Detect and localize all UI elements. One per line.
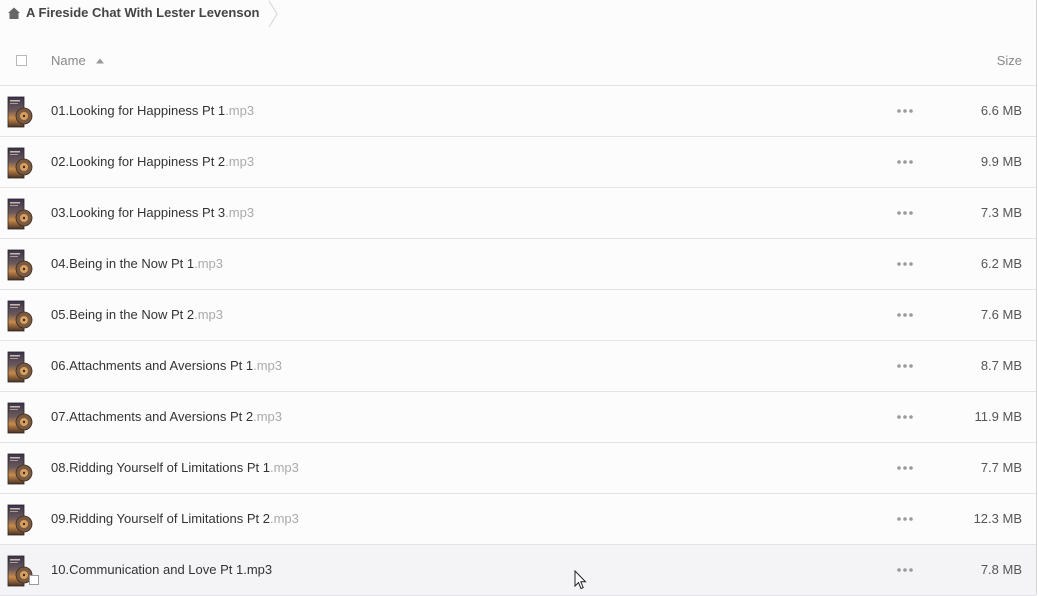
file-extension: .mp3 xyxy=(253,409,283,424)
file-name[interactable]: 05.Being in the Now Pt 2.mp3 xyxy=(51,307,223,322)
more-options-icon[interactable] xyxy=(896,108,914,114)
file-row[interactable]: 02.Looking for Happiness Pt 2.mp3 9.9 MB xyxy=(0,137,1036,188)
file-name[interactable]: 03.Looking for Happiness Pt 3.mp3 xyxy=(51,205,254,220)
more-options-icon[interactable] xyxy=(896,567,914,573)
more-options-icon[interactable] xyxy=(896,516,914,522)
file-row[interactable]: 08.Ridding Yourself of Limitations Pt 1.… xyxy=(0,443,1036,494)
list-header: Name Size xyxy=(0,36,1036,86)
audio-file-thumbnail-icon xyxy=(7,249,33,281)
more-options-icon[interactable] xyxy=(896,261,914,267)
file-size: 9.9 MB xyxy=(980,154,1022,169)
sort-ascending-icon[interactable] xyxy=(96,58,104,64)
more-options-icon[interactable] xyxy=(896,312,914,318)
file-extension: .mp3 xyxy=(269,460,299,475)
audio-file-thumbnail-icon xyxy=(7,300,33,332)
more-options-icon[interactable] xyxy=(896,363,914,369)
more-options-icon[interactable] xyxy=(896,465,914,471)
file-row[interactable]: 04.Being in the Now Pt 1.mp3 6.2 MB xyxy=(0,239,1036,290)
file-name[interactable]: 06.Attachments and Aversions Pt 1.mp3 xyxy=(51,358,282,373)
file-list: 01.Looking for Happiness Pt 1.mp3 6.6 MB… xyxy=(0,86,1036,596)
file-name[interactable]: 08.Ridding Yourself of Limitations Pt 1.… xyxy=(51,460,299,475)
file-row[interactable]: 03.Looking for Happiness Pt 3.mp3 7.3 MB xyxy=(0,188,1036,239)
audio-file-thumbnail-icon xyxy=(7,453,33,485)
file-row[interactable]: 01.Looking for Happiness Pt 1.mp3 6.6 MB xyxy=(0,86,1036,137)
column-header-size[interactable]: Size xyxy=(997,53,1022,68)
column-header-name[interactable]: Name xyxy=(51,53,86,68)
file-extension: .mp3 xyxy=(243,562,273,577)
file-extension: .mp3 xyxy=(225,103,255,118)
mouse-cursor-icon xyxy=(574,570,587,590)
row-checkbox[interactable] xyxy=(29,575,39,585)
file-extension: .mp3 xyxy=(194,307,223,322)
file-size: 7.3 MB xyxy=(980,205,1022,220)
file-row[interactable]: 10.Communication and Love Pt 1.mp3 7.8 M… xyxy=(0,545,1036,596)
more-options-icon[interactable] xyxy=(896,414,914,420)
file-basename: 06.Attachments and Aversions Pt 1 xyxy=(51,358,254,373)
file-name[interactable]: 10.Communication and Love Pt 1.mp3 xyxy=(51,562,272,577)
file-name[interactable]: 09.Ridding Yourself of Limitations Pt 2.… xyxy=(51,511,299,526)
file-row[interactable]: 06.Attachments and Aversions Pt 1.mp3 8.… xyxy=(0,341,1036,392)
file-basename: 10.Communication and Love Pt 1 xyxy=(51,562,244,577)
file-basename: 05.Being in the Now Pt 2 xyxy=(51,307,195,322)
more-options-icon[interactable] xyxy=(896,210,914,216)
audio-file-thumbnail-icon xyxy=(7,504,33,536)
file-size: 7.7 MB xyxy=(980,460,1022,475)
file-size: 7.8 MB xyxy=(980,562,1022,577)
file-basename: 08.Ridding Yourself of Limitations Pt 1 xyxy=(51,460,270,475)
file-basename: 07.Attachments and Aversions Pt 2 xyxy=(51,409,254,424)
file-extension: .mp3 xyxy=(253,358,283,373)
file-name[interactable]: 04.Being in the Now Pt 1.mp3 xyxy=(51,256,223,271)
more-options-icon[interactable] xyxy=(896,159,914,165)
breadcrumb-chevron-icon xyxy=(268,0,278,28)
audio-file-thumbnail-icon xyxy=(7,147,33,179)
file-basename: 01.Looking for Happiness Pt 1 xyxy=(51,103,226,118)
home-icon[interactable] xyxy=(7,6,21,20)
file-basename: 04.Being in the Now Pt 1 xyxy=(51,256,195,271)
file-size: 6.6 MB xyxy=(980,103,1022,118)
file-basename: 09.Ridding Yourself of Limitations Pt 2 xyxy=(51,511,270,526)
file-basename: 03.Looking for Happiness Pt 3 xyxy=(51,205,226,220)
audio-file-thumbnail-icon xyxy=(7,198,33,230)
file-row[interactable]: 07.Attachments and Aversions Pt 2.mp3 11… xyxy=(0,392,1036,443)
audio-file-thumbnail-icon xyxy=(7,96,33,128)
file-size: 11.9 MB xyxy=(974,409,1022,424)
select-all-checkbox[interactable] xyxy=(16,55,27,66)
file-name[interactable]: 07.Attachments and Aversions Pt 2.mp3 xyxy=(51,409,282,424)
file-row[interactable]: 05.Being in the Now Pt 2.mp3 7.6 MB xyxy=(0,290,1036,341)
audio-file-thumbnail-icon xyxy=(7,351,33,383)
file-size: 6.2 MB xyxy=(980,256,1022,271)
file-extension: .mp3 xyxy=(194,256,223,271)
file-size: 12.3 MB xyxy=(973,511,1022,526)
file-extension: .mp3 xyxy=(269,511,299,526)
file-name[interactable]: 02.Looking for Happiness Pt 2.mp3 xyxy=(51,154,254,169)
breadcrumb-folder-title[interactable]: A Fireside Chat With Lester Levenson xyxy=(26,5,259,20)
file-extension: .mp3 xyxy=(225,205,255,220)
file-basename: 02.Looking for Happiness Pt 2 xyxy=(51,154,226,169)
file-name[interactable]: 01.Looking for Happiness Pt 1.mp3 xyxy=(51,103,254,118)
file-extension: .mp3 xyxy=(225,154,255,169)
file-size: 7.6 MB xyxy=(980,307,1022,322)
file-size: 8.7 MB xyxy=(980,358,1022,373)
file-row[interactable]: 09.Ridding Yourself of Limitations Pt 2.… xyxy=(0,494,1036,545)
audio-file-thumbnail-icon xyxy=(7,402,33,434)
file-browser: A Fireside Chat With Lester Levenson Nam… xyxy=(0,0,1037,596)
